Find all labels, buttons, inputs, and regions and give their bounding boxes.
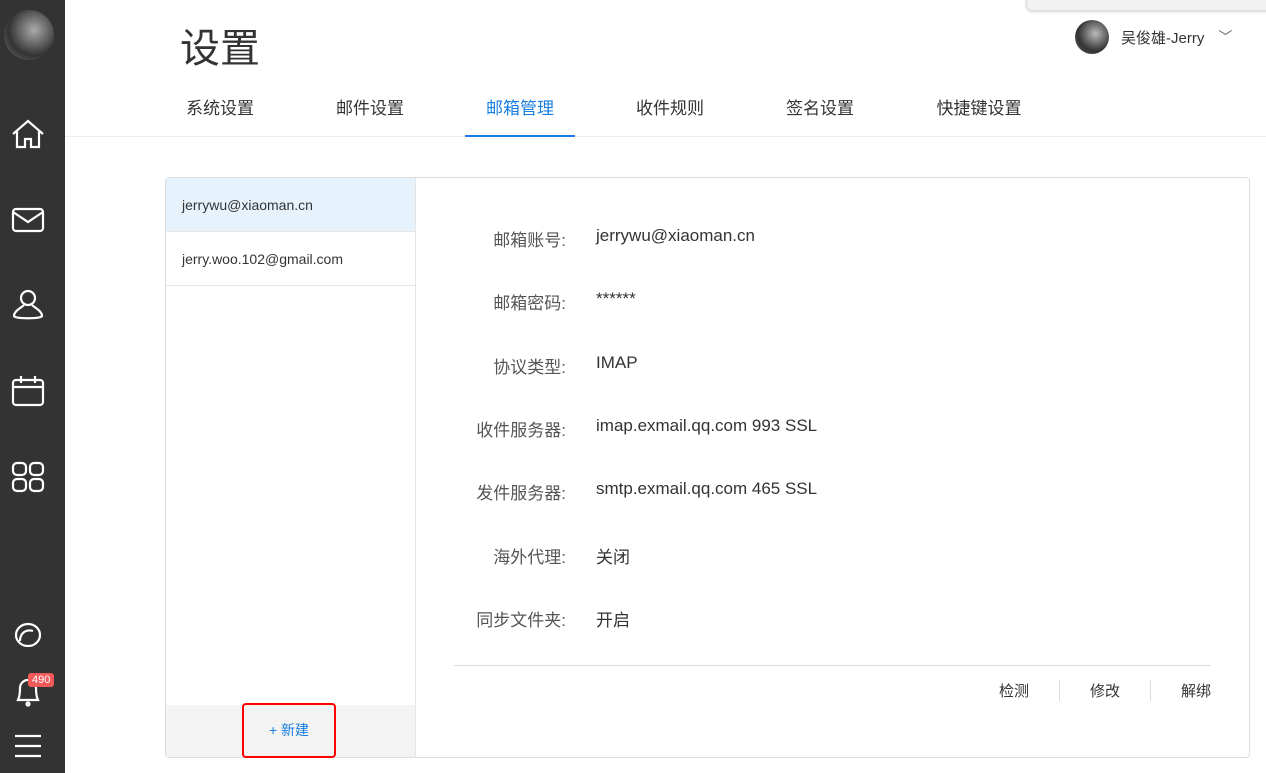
detail-value: smtp.exmail.qq.com 465 SSL [596, 479, 818, 498]
mail-icon[interactable] [10, 202, 46, 238]
detail-value: 开启 [596, 611, 630, 630]
tab-system[interactable]: 系统设置 [165, 88, 275, 137]
popup-edge [1026, 0, 1266, 11]
contacts-icon[interactable] [10, 287, 46, 323]
avatar[interactable] [4, 10, 54, 60]
user-menu[interactable]: 吴俊雄-Jerry ﹀ [1075, 20, 1232, 54]
divider [454, 665, 1211, 666]
new-bar: + 新建 [166, 703, 415, 758]
detail-label: 海外代理: [493, 548, 566, 567]
tab-rules[interactable]: 收件规则 [615, 88, 725, 137]
detail-value: ****** [596, 289, 636, 308]
detail-label: 邮箱账号: [493, 231, 566, 250]
mailbox-panel: jerrywu@xiaoman.cn jerry.woo.102@gmail.c… [165, 177, 1250, 758]
detail-label: 发件服务器: [476, 484, 566, 503]
detail-label: 收件服务器: [476, 421, 566, 440]
user-avatar [1075, 20, 1109, 54]
detail-value: IMAP [596, 353, 638, 372]
sidebar: 490 [0, 0, 65, 773]
detail-label: 同步文件夹: [476, 611, 566, 630]
discover-icon[interactable] [10, 617, 46, 653]
account-item[interactable]: jerrywu@xiaoman.cn [166, 178, 415, 232]
account-actions: 检测 修改 解绑 [969, 680, 1211, 701]
calendar-icon[interactable] [10, 373, 46, 409]
user-name: 吴俊雄-Jerry [1121, 29, 1205, 47]
settings-tabs: 系统设置 邮件设置 邮箱管理 收件规则 签名设置 快捷键设置 [65, 88, 1266, 137]
detail-value: imap.exmail.qq.com 993 SSL [596, 416, 818, 435]
menu-icon[interactable] [10, 728, 46, 764]
tab-shortcuts[interactable]: 快捷键设置 [924, 88, 1034, 137]
detail-label: 协议类型: [493, 358, 566, 377]
notification-badge: 490 [28, 673, 55, 687]
tab-signature[interactable]: 签名设置 [765, 88, 875, 137]
detail-label: 邮箱密码: [493, 294, 566, 313]
test-button[interactable]: 检测 [969, 680, 1059, 701]
apps-icon[interactable] [10, 459, 46, 495]
new-account-button[interactable]: + 新建 [242, 703, 336, 758]
unbind-button[interactable]: 解绑 [1149, 680, 1211, 701]
edit-button[interactable]: 修改 [1058, 680, 1150, 701]
chevron-down-icon: ﹀ [1218, 29, 1233, 45]
home-icon[interactable] [10, 116, 46, 152]
tab-mail[interactable]: 邮件设置 [315, 88, 425, 137]
account-list: jerrywu@xiaoman.cn jerry.woo.102@gmail.c… [166, 178, 416, 758]
detail-value: jerrywu@xiaoman.cn [596, 226, 755, 245]
page-title: 设置 [180, 27, 260, 71]
detail-value: 关闭 [596, 548, 630, 567]
tab-mailbox[interactable]: 邮箱管理 [465, 88, 575, 137]
